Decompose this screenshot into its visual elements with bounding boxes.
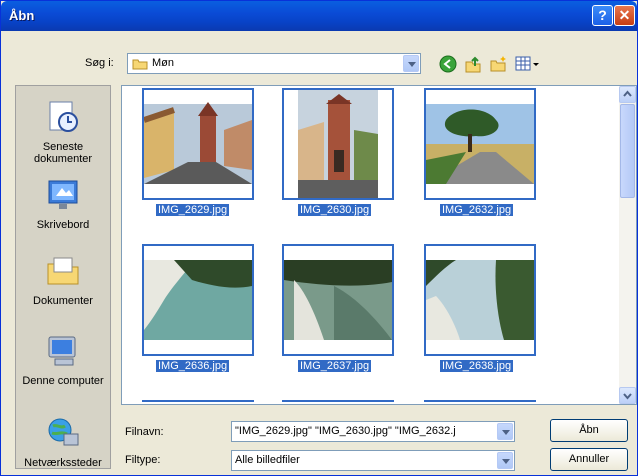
file-name-img-2630[interactable]: IMG_2630.jpg — [298, 204, 372, 216]
place-computer[interactable]: Denne computer — [16, 334, 110, 387]
thumbnail-img-2638[interactable] — [424, 244, 536, 356]
title-bar[interactable]: Åbn ? ✕ — [1, 1, 637, 31]
new-folder-icon[interactable] — [489, 55, 507, 76]
file-name-img-2636[interactable]: IMG_2636.jpg — [156, 360, 230, 372]
place-desktop[interactable]: Skrivebord — [16, 178, 110, 231]
scroll-up-button[interactable] — [619, 86, 636, 103]
thumbnail-img-2630[interactable] — [282, 88, 394, 200]
close-button[interactable]: ✕ — [614, 5, 635, 26]
lookin-dropdown-button[interactable] — [403, 55, 419, 72]
my-computer-icon — [16, 334, 110, 371]
network-places-icon — [16, 416, 110, 453]
places-bar: Seneste dokumenter Skrivebord Dokumenter… — [15, 85, 111, 469]
my-documents-icon — [16, 254, 110, 291]
filename-dropdown-button[interactable] — [497, 423, 513, 440]
lookin-combo[interactable]: Møn — [127, 53, 421, 74]
view-menu-icon[interactable] — [515, 56, 541, 75]
photo-street-tower-icon — [144, 90, 252, 198]
photo-tower-gate-icon — [284, 90, 392, 198]
filetype-select[interactable]: Alle billedfiler — [231, 450, 515, 471]
vertical-scrollbar[interactable] — [619, 86, 636, 404]
cancel-button[interactable]: Annuller — [550, 448, 628, 471]
up-folder-icon[interactable] — [464, 55, 482, 76]
back-icon[interactable] — [439, 55, 457, 76]
photo-cliff-trees-icon — [426, 246, 534, 354]
scroll-thumb[interactable] — [620, 104, 635, 198]
photo-chalk-cliff-icon — [144, 246, 252, 354]
filename-label: Filnavn: — [125, 426, 164, 438]
scroll-down-icon — [623, 393, 632, 400]
place-network[interactable]: Netværkssteder — [16, 416, 110, 469]
thumbnail-partial[interactable] — [282, 400, 394, 404]
filetype-value: Alle billedfiler — [235, 454, 300, 466]
file-name-img-2637[interactable]: IMG_2637.jpg — [298, 360, 372, 372]
file-name-img-2629[interactable]: IMG_2629.jpg — [156, 204, 230, 216]
desktop-icon — [16, 178, 110, 215]
window-title: Åbn — [9, 8, 35, 23]
thumbnail-img-2637[interactable] — [282, 244, 394, 356]
file-name-img-2632[interactable]: IMG_2632.jpg — [440, 204, 514, 216]
thumbnail-partial[interactable] — [424, 400, 536, 404]
place-documents[interactable]: Dokumenter — [16, 254, 110, 307]
scroll-up-icon — [623, 90, 632, 97]
lookin-value: Møn — [152, 57, 174, 69]
file-list-view[interactable]: IMG_2629.jpg IMG_2630.jpg IMG_2632.jpg I… — [121, 85, 637, 405]
thumbnail-img-2636[interactable] — [142, 244, 254, 356]
filetype-dropdown-button[interactable] — [497, 452, 513, 469]
open-button[interactable]: Åbn — [550, 419, 628, 442]
photo-country-road-icon — [426, 90, 534, 198]
thumbnail-img-2629[interactable] — [142, 88, 254, 200]
recent-documents-icon — [16, 100, 110, 137]
thumbnail-img-2632[interactable] — [424, 88, 536, 200]
help-button[interactable]: ? — [592, 5, 613, 26]
folder-icon — [132, 57, 148, 73]
file-name-img-2638[interactable]: IMG_2638.jpg — [440, 360, 514, 372]
thumbnail-partial[interactable] — [142, 400, 254, 404]
filename-input[interactable]: "IMG_2629.jpg" "IMG_2630.jpg" "IMG_2632.… — [231, 421, 515, 442]
scroll-down-button[interactable] — [619, 387, 636, 404]
filetype-label: Filtype: — [125, 454, 161, 466]
place-recent[interactable]: Seneste dokumenter — [16, 100, 110, 165]
open-dialog: Åbn ? ✕ Søg i: Møn Seneste dokumenter Sk… — [0, 0, 638, 476]
filename-value: "IMG_2629.jpg" "IMG_2630.jpg" "IMG_2632.… — [235, 425, 456, 437]
lookin-label: Søg i: — [85, 57, 114, 69]
photo-chalk-coast-icon — [284, 246, 392, 354]
